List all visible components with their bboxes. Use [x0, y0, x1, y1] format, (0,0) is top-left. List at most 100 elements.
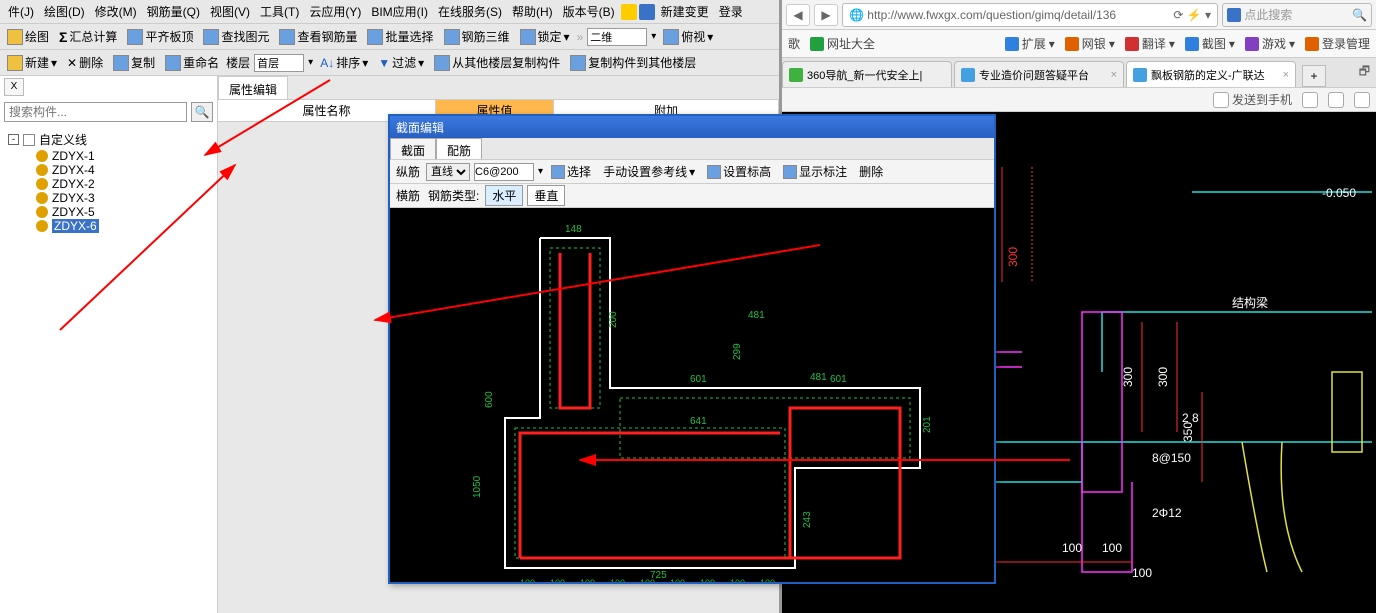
batch-select-button[interactable]: 批量选择 [364, 27, 436, 46]
copy-button[interactable]: 复制 [110, 53, 158, 72]
section-canvas[interactable]: 148 601 601 641 600 200 299 201 725 243 [390, 208, 994, 582]
tools-button[interactable] [1354, 92, 1370, 108]
horizontal-toggle[interactable]: 水平 [485, 185, 523, 206]
svg-text:结构梁: 结构梁 [1232, 295, 1268, 310]
svg-text:481: 481 [748, 310, 765, 321]
restore-button[interactable]: 🗗 [1353, 58, 1376, 87]
folder-icon [23, 134, 35, 146]
tab-2[interactable]: 飘板钢筋的定义-广联达× [1126, 61, 1296, 87]
key-icon [1305, 37, 1319, 51]
gear-icon [36, 164, 48, 176]
flatten-icon [127, 29, 143, 45]
page-tools-row: 发送到手机 [782, 88, 1376, 112]
tree-root[interactable]: -自定义线 [8, 130, 209, 149]
fav-sites[interactable]: 网址大全 [810, 35, 875, 52]
svg-text:200: 200 [608, 311, 619, 328]
tree-item-3[interactable]: ZDYX-3 [8, 191, 209, 205]
search-button[interactable]: 🔍 [191, 102, 213, 122]
delete-rebar-button[interactable]: 删除 [855, 162, 887, 181]
sum-button[interactable]: Σ汇总计算 [56, 27, 120, 46]
download-button[interactable] [1328, 92, 1344, 108]
filter-button[interactable]: ▼过滤 ▾ [375, 53, 427, 72]
rename-button[interactable]: 重命名 [162, 53, 222, 72]
fav-game[interactable]: 游戏 ▾ [1245, 35, 1295, 52]
fav-login-mgr[interactable]: 登录管理 [1305, 35, 1370, 52]
delete-button[interactable]: ✕ 删除 [64, 53, 106, 72]
menu-online[interactable]: 在线服务(S) [434, 1, 506, 22]
wrench-icon [1354, 92, 1370, 108]
menu-cloud[interactable]: 云应用(Y) [305, 1, 365, 22]
view-mode-select[interactable] [587, 28, 647, 46]
show-mark-button[interactable]: 显示标注 [779, 162, 851, 181]
editor-title-bar[interactable]: 截面编辑 [390, 116, 994, 138]
gcl-app: 件(J) 绘图(D) 修改(M) 钢筋量(Q) 视图(V) 工具(T) 云应用(… [0, 0, 782, 613]
view-rebar-button[interactable]: 查看钢筋量 [276, 27, 360, 46]
svg-text:100: 100 [550, 578, 565, 582]
tab-0[interactable]: 360导航_新一代安全上| [782, 61, 952, 87]
menu-file[interactable]: 件(J) [4, 1, 38, 22]
back-button[interactable]: ◀ [786, 4, 810, 26]
url-bar[interactable]: 🌐 http://www.fwxgx.com/question/gimq/det… [842, 3, 1218, 27]
fav-screenshot[interactable]: 截图 ▾ [1185, 35, 1235, 52]
tab-rebar[interactable]: 配筋 [436, 138, 482, 159]
login-button[interactable]: 登录 [715, 2, 747, 21]
manual-refline-button[interactable]: 手动设置参考线 ▾ [599, 162, 699, 181]
gear-icon [36, 220, 48, 232]
menu-bim[interactable]: BIM应用(I) [367, 1, 432, 22]
new-change-button[interactable]: 新建变更 [657, 2, 713, 21]
lock-button[interactable]: 锁定 ▾ [517, 27, 573, 46]
fav-bank[interactable]: 网银 ▾ [1065, 35, 1115, 52]
rebar-type-label: 钢筋类型: [426, 187, 481, 204]
search-input[interactable] [4, 102, 187, 122]
menu-modify[interactable]: 修改(M) [91, 1, 141, 22]
menu-view[interactable]: 视图(V) [206, 1, 254, 22]
forward-button[interactable]: ▶ [814, 4, 838, 26]
menu-tools[interactable]: 工具(T) [256, 1, 303, 22]
svg-text:1050: 1050 [472, 475, 483, 498]
shape-select[interactable]: 直线 [426, 163, 470, 181]
cloud-button[interactable] [1302, 92, 1318, 108]
tree-item-5[interactable]: ZDYX-6 [8, 219, 209, 233]
tree-item-0[interactable]: ZDYX-1 [8, 149, 209, 163]
floor-select[interactable] [254, 54, 304, 72]
sort-button[interactable]: A↓排序 ▾ [317, 53, 371, 72]
spec-input[interactable] [474, 163, 534, 181]
rebar-3d-button[interactable]: 钢筋三维 [441, 27, 513, 46]
copy-to-floor-button[interactable]: 复制构件到其他楼层 [567, 53, 699, 72]
draw-button[interactable]: 绘图 [4, 27, 52, 46]
address-bar-row: ◀ ▶ 🌐 http://www.fwxgx.com/question/gimq… [782, 0, 1376, 30]
svg-text:100: 100 [610, 578, 625, 582]
send-to-phone-button[interactable]: 发送到手机 [1213, 91, 1292, 108]
vertical-toggle[interactable]: 垂直 [527, 185, 565, 206]
mark-icon [783, 165, 797, 179]
find-entity-button[interactable]: 查找图元 [200, 27, 272, 46]
search-box[interactable]: 点此搜索🔍 [1222, 3, 1372, 27]
new-button[interactable]: 新建 ▾ [4, 53, 60, 72]
menu-help[interactable]: 帮助(H) [508, 1, 557, 22]
copy-from-floor-button[interactable]: 从其他楼层复制构件 [431, 53, 563, 72]
menu-draw[interactable]: 绘图(D) [40, 1, 89, 22]
new-tab-button[interactable]: + [1302, 65, 1326, 87]
section-editor-window: 截面编辑 截面 配筋 纵筋 直线 ▾ 选择 手动设置参考线 ▾ 设置标高 显示标… [388, 114, 996, 584]
close-tab-button[interactable]: X [4, 78, 24, 96]
close-tab-icon[interactable]: × [1111, 69, 1117, 81]
menu-rebar[interactable]: 钢筋量(Q) [143, 1, 204, 22]
tree-item-1[interactable]: ZDYX-4 [8, 163, 209, 177]
tab-1[interactable]: 专业造价问题答疑平台× [954, 61, 1124, 87]
cloud-icon [1302, 92, 1318, 108]
set-elevation-button[interactable]: 设置标高 [703, 162, 775, 181]
app-icon-1 [621, 4, 637, 20]
select-button[interactable]: 选择 [547, 162, 595, 181]
tab-section[interactable]: 截面 [390, 138, 436, 159]
close-tab-icon[interactable]: × [1283, 69, 1289, 81]
fav-google[interactable]: 歌 [788, 35, 800, 52]
prop-edit-tab[interactable]: 属性编辑 [218, 76, 288, 99]
flatten-top-button[interactable]: 平齐板顶 [124, 27, 196, 46]
rebar-icon [279, 29, 295, 45]
fav-translate[interactable]: 翻译 ▾ [1125, 35, 1175, 52]
tree-item-2[interactable]: ZDYX-2 [8, 177, 209, 191]
birdview-button[interactable]: 俯视 ▾ [660, 27, 716, 46]
fav-ext[interactable]: 扩展 ▾ [1005, 35, 1055, 52]
menu-version[interactable]: 版本号(B) [559, 1, 619, 22]
tree-item-4[interactable]: ZDYX-5 [8, 205, 209, 219]
